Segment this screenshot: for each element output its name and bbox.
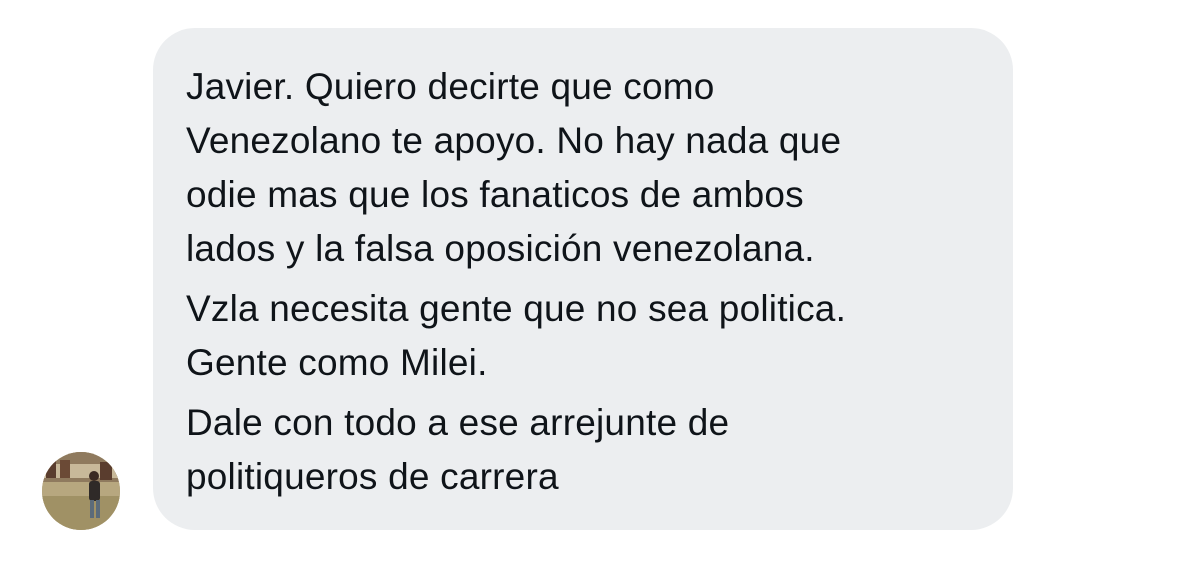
message-text-line: Gente como Milei. — [186, 342, 488, 383]
message-paragraph: Dale con todo a ese arrejunte de politiq… — [186, 396, 983, 504]
message-text-line: Vzla necesita gente que no sea politica. — [186, 288, 847, 329]
sender-avatar[interactable] — [42, 452, 120, 530]
message-bubble: Javier. Quiero decirte que como Venezola… — [153, 28, 1013, 530]
message-text-line: lados y la falsa oposición venezolana. — [186, 228, 815, 269]
avatar-photo-icon — [42, 452, 120, 530]
conversation-view: Javier. Quiero decirte que como Venezola… — [0, 0, 1200, 574]
message-text-line: politiqueros de carrera — [186, 456, 559, 497]
message-text-line: Venezolano te apoyo. No hay nada que — [186, 120, 842, 161]
message-text-line: Dale con todo a ese arrejunte de — [186, 402, 730, 443]
message-text-line: odie mas que los fanaticos de ambos — [186, 174, 804, 215]
message-paragraph: Javier. Quiero decirte que como Venezola… — [186, 60, 983, 276]
message-text-line: Javier. Quiero decirte que como — [186, 66, 715, 107]
message-paragraph: Vzla necesita gente que no sea politica.… — [186, 282, 983, 390]
